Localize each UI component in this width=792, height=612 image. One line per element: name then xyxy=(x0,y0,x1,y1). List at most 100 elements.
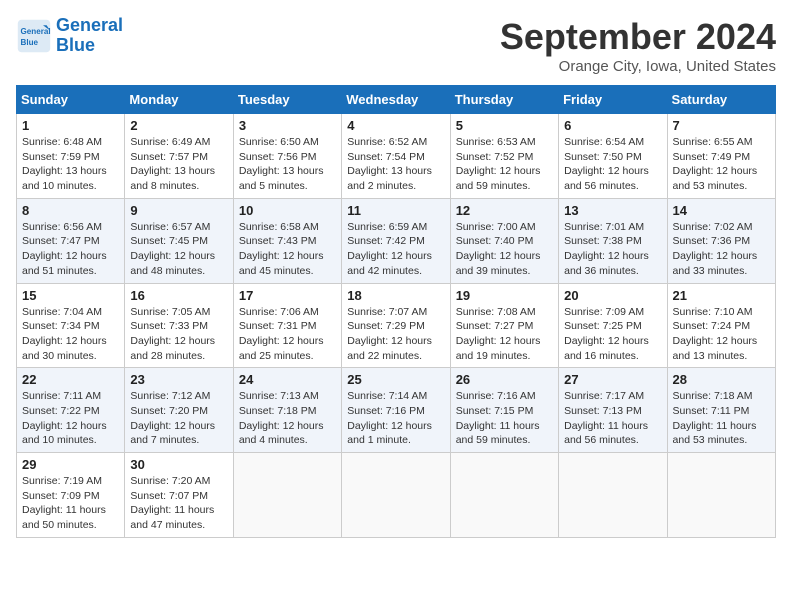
day-number: 12 xyxy=(456,203,553,218)
day-number: 26 xyxy=(456,372,553,387)
calendar-cell: 2 Sunrise: 6:49 AMSunset: 7:57 PMDaylight… xyxy=(125,114,233,199)
day-number: 16 xyxy=(130,288,227,303)
calendar-cell xyxy=(559,453,667,538)
weekday-header-saturday: Saturday xyxy=(667,86,775,114)
svg-text:General: General xyxy=(21,27,51,36)
calendar-cell: 6 Sunrise: 6:54 AMSunset: 7:50 PMDaylight… xyxy=(559,114,667,199)
svg-text:Blue: Blue xyxy=(21,38,39,47)
day-number: 2 xyxy=(130,118,227,133)
calendar-cell: 17 Sunrise: 7:06 AMSunset: 7:31 PMDayligh… xyxy=(233,283,341,368)
weekday-header-tuesday: Tuesday xyxy=(233,86,341,114)
weekday-header-monday: Monday xyxy=(125,86,233,114)
weekday-header-wednesday: Wednesday xyxy=(342,86,450,114)
calendar-cell: 9 Sunrise: 6:57 AMSunset: 7:45 PMDaylight… xyxy=(125,198,233,283)
day-detail: Sunrise: 7:12 AMSunset: 7:20 PMDaylight:… xyxy=(130,389,227,448)
day-detail: Sunrise: 6:52 AMSunset: 7:54 PMDaylight:… xyxy=(347,135,444,194)
calendar-cell xyxy=(450,453,558,538)
month-title: September 2024 xyxy=(500,16,776,58)
calendar-cell: 18 Sunrise: 7:07 AMSunset: 7:29 PMDayligh… xyxy=(342,283,450,368)
location: Orange City, Iowa, United States xyxy=(500,58,776,75)
weekday-header-friday: Friday xyxy=(559,86,667,114)
day-detail: Sunrise: 6:59 AMSunset: 7:42 PMDaylight:… xyxy=(347,220,444,279)
day-detail: Sunrise: 6:50 AMSunset: 7:56 PMDaylight:… xyxy=(239,135,336,194)
day-detail: Sunrise: 7:00 AMSunset: 7:40 PMDaylight:… xyxy=(456,220,553,279)
logo-icon: General Blue xyxy=(16,18,52,54)
weekday-header-thursday: Thursday xyxy=(450,86,558,114)
weekday-header-row: SundayMondayTuesdayWednesdayThursdayFrid… xyxy=(17,86,776,114)
day-detail: Sunrise: 6:48 AMSunset: 7:59 PMDaylight:… xyxy=(22,135,119,194)
day-detail: Sunrise: 7:08 AMSunset: 7:27 PMDaylight:… xyxy=(456,305,553,364)
calendar-cell: 10 Sunrise: 6:58 AMSunset: 7:43 PMDayligh… xyxy=(233,198,341,283)
day-detail: Sunrise: 7:05 AMSunset: 7:33 PMDaylight:… xyxy=(130,305,227,364)
day-detail: Sunrise: 6:53 AMSunset: 7:52 PMDaylight:… xyxy=(456,135,553,194)
day-number: 30 xyxy=(130,457,227,472)
calendar-cell: 16 Sunrise: 7:05 AMSunset: 7:33 PMDayligh… xyxy=(125,283,233,368)
calendar-week-3: 15Sunrise: 7:04 AMSunset: 7:34 PMDayligh… xyxy=(17,283,776,368)
day-number: 17 xyxy=(239,288,336,303)
day-detail: Sunrise: 6:55 AMSunset: 7:49 PMDaylight:… xyxy=(673,135,770,194)
calendar-week-2: 8Sunrise: 6:56 AMSunset: 7:47 PMDaylight… xyxy=(17,198,776,283)
day-detail: Sunrise: 7:16 AMSunset: 7:15 PMDaylight:… xyxy=(456,389,553,448)
title-area: September 2024 Orange City, Iowa, United… xyxy=(500,16,776,75)
calendar-cell: 12 Sunrise: 7:00 AMSunset: 7:40 PMDayligh… xyxy=(450,198,558,283)
day-number: 13 xyxy=(564,203,661,218)
day-number: 6 xyxy=(564,118,661,133)
day-number: 28 xyxy=(673,372,770,387)
calendar-cell: 14Sunrise: 7:02 AMSunset: 7:36 PMDayligh… xyxy=(667,198,775,283)
day-number: 1 xyxy=(22,118,119,133)
calendar-week-5: 29Sunrise: 7:19 AMSunset: 7:09 PMDayligh… xyxy=(17,453,776,538)
day-detail: Sunrise: 7:04 AMSunset: 7:34 PMDaylight:… xyxy=(22,305,119,364)
calendar-cell: 24Sunrise: 7:13 AMSunset: 7:18 PMDayligh… xyxy=(233,368,341,453)
day-number: 14 xyxy=(673,203,770,218)
calendar-week-1: 1 Sunrise: 6:48 AMSunset: 7:59 PMDaylight… xyxy=(17,114,776,199)
day-detail: Sunrise: 7:20 AMSunset: 7:07 PMDaylight:… xyxy=(130,474,227,533)
calendar-cell: 22Sunrise: 7:11 AMSunset: 7:22 PMDayligh… xyxy=(17,368,125,453)
calendar-cell: 29Sunrise: 7:19 AMSunset: 7:09 PMDayligh… xyxy=(17,453,125,538)
day-detail: Sunrise: 7:01 AMSunset: 7:38 PMDaylight:… xyxy=(564,220,661,279)
calendar-cell: 23 Sunrise: 7:12 AMSunset: 7:20 PMDayligh… xyxy=(125,368,233,453)
day-number: 8 xyxy=(22,203,119,218)
calendar-cell: 26 Sunrise: 7:16 AMSunset: 7:15 PMDayligh… xyxy=(450,368,558,453)
day-number: 5 xyxy=(456,118,553,133)
calendar-week-4: 22Sunrise: 7:11 AMSunset: 7:22 PMDayligh… xyxy=(17,368,776,453)
day-detail: Sunrise: 7:07 AMSunset: 7:29 PMDaylight:… xyxy=(347,305,444,364)
day-number: 22 xyxy=(22,372,119,387)
calendar-cell xyxy=(667,453,775,538)
day-number: 19 xyxy=(456,288,553,303)
day-number: 4 xyxy=(347,118,444,133)
day-detail: Sunrise: 7:06 AMSunset: 7:31 PMDaylight:… xyxy=(239,305,336,364)
day-detail: Sunrise: 6:54 AMSunset: 7:50 PMDaylight:… xyxy=(564,135,661,194)
calendar-cell: 20Sunrise: 7:09 AMSunset: 7:25 PMDayligh… xyxy=(559,283,667,368)
day-number: 10 xyxy=(239,203,336,218)
day-number: 11 xyxy=(347,203,444,218)
calendar-cell: 7 Sunrise: 6:55 AMSunset: 7:49 PMDaylight… xyxy=(667,114,775,199)
day-number: 3 xyxy=(239,118,336,133)
day-detail: Sunrise: 6:58 AMSunset: 7:43 PMDaylight:… xyxy=(239,220,336,279)
day-detail: Sunrise: 6:57 AMSunset: 7:45 PMDaylight:… xyxy=(130,220,227,279)
day-number: 18 xyxy=(347,288,444,303)
calendar-cell: 28 Sunrise: 7:18 AMSunset: 7:11 PMDayligh… xyxy=(667,368,775,453)
day-detail: Sunrise: 7:17 AMSunset: 7:13 PMDaylight:… xyxy=(564,389,661,448)
weekday-header-sunday: Sunday xyxy=(17,86,125,114)
calendar-cell: 4 Sunrise: 6:52 AMSunset: 7:54 PMDaylight… xyxy=(342,114,450,199)
day-number: 21 xyxy=(673,288,770,303)
day-number: 7 xyxy=(673,118,770,133)
day-detail: Sunrise: 7:18 AMSunset: 7:11 PMDaylight:… xyxy=(673,389,770,448)
logo: General Blue General Blue xyxy=(16,16,123,56)
day-detail: Sunrise: 6:49 AMSunset: 7:57 PMDaylight:… xyxy=(130,135,227,194)
day-number: 9 xyxy=(130,203,227,218)
calendar-table: SundayMondayTuesdayWednesdayThursdayFrid… xyxy=(16,85,776,538)
calendar-cell: 27 Sunrise: 7:17 AMSunset: 7:13 PMDayligh… xyxy=(559,368,667,453)
calendar-cell: 3 Sunrise: 6:50 AMSunset: 7:56 PMDaylight… xyxy=(233,114,341,199)
calendar-cell: 8Sunrise: 6:56 AMSunset: 7:47 PMDaylight… xyxy=(17,198,125,283)
day-number: 23 xyxy=(130,372,227,387)
calendar-cell: 11 Sunrise: 6:59 AMSunset: 7:42 PMDayligh… xyxy=(342,198,450,283)
day-detail: Sunrise: 7:19 AMSunset: 7:09 PMDaylight:… xyxy=(22,474,119,533)
day-detail: Sunrise: 7:10 AMSunset: 7:24 PMDaylight:… xyxy=(673,305,770,364)
calendar-cell: 25Sunrise: 7:14 AMSunset: 7:16 PMDayligh… xyxy=(342,368,450,453)
calendar-cell: 15Sunrise: 7:04 AMSunset: 7:34 PMDayligh… xyxy=(17,283,125,368)
calendar-cell: 1 Sunrise: 6:48 AMSunset: 7:59 PMDaylight… xyxy=(17,114,125,199)
day-detail: Sunrise: 7:13 AMSunset: 7:18 PMDaylight:… xyxy=(239,389,336,448)
day-number: 27 xyxy=(564,372,661,387)
calendar-cell: 21 Sunrise: 7:10 AMSunset: 7:24 PMDayligh… xyxy=(667,283,775,368)
